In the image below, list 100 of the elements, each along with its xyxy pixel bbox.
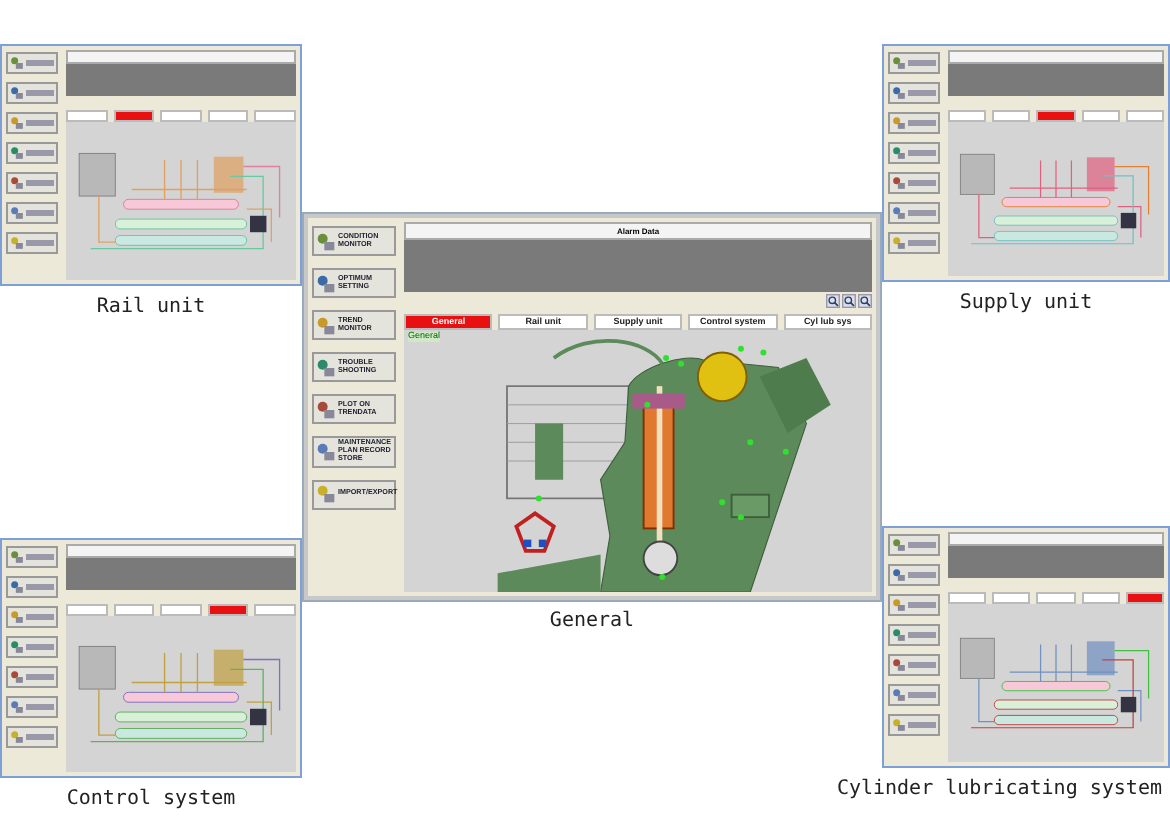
tab[interactable] bbox=[1036, 110, 1076, 122]
label-bar bbox=[26, 674, 54, 680]
screenshot-caption: Supply unit bbox=[959, 292, 1093, 316]
tool-icon bbox=[892, 206, 906, 220]
sidebar-button[interactable] bbox=[6, 546, 58, 568]
label-bar bbox=[26, 734, 54, 740]
screenshot-caption: General bbox=[549, 610, 635, 634]
tool-icon bbox=[892, 718, 906, 732]
tool-icon bbox=[10, 580, 24, 594]
tool-icon bbox=[10, 670, 24, 684]
sidebar-button[interactable] bbox=[888, 564, 940, 586]
label-bar bbox=[26, 704, 54, 710]
label-bar bbox=[908, 572, 936, 578]
tool-icon bbox=[316, 315, 336, 335]
tab[interactable] bbox=[948, 110, 987, 122]
tool-icon bbox=[892, 598, 906, 612]
zoom-icon[interactable] bbox=[826, 294, 840, 308]
sidebar-button[interactable] bbox=[6, 172, 58, 194]
tool-icon bbox=[10, 610, 24, 624]
tab[interactable] bbox=[992, 110, 1031, 122]
label-bar bbox=[908, 632, 936, 638]
label-bar bbox=[908, 60, 936, 66]
sidebar-button[interactable] bbox=[888, 684, 940, 706]
sidebar-button[interactable] bbox=[888, 534, 940, 556]
sidebar-button[interactable] bbox=[888, 172, 940, 194]
tool-icon bbox=[316, 231, 336, 251]
sidebar-button[interactable] bbox=[6, 82, 58, 104]
tool-icon bbox=[892, 628, 906, 642]
label-bar bbox=[908, 120, 936, 126]
label-bar bbox=[26, 120, 54, 126]
tab[interactable] bbox=[113, 110, 155, 122]
sidebar-button[interactable] bbox=[6, 576, 58, 598]
label-bar bbox=[26, 180, 54, 186]
tab[interactable] bbox=[207, 604, 249, 616]
tool-icon bbox=[10, 730, 24, 744]
tab[interactable] bbox=[948, 592, 987, 604]
tab[interactable] bbox=[113, 604, 155, 616]
sidebar-button[interactable] bbox=[6, 52, 58, 74]
tab[interactable] bbox=[1036, 592, 1076, 604]
sidebar-button[interactable] bbox=[6, 666, 58, 688]
tab[interactable] bbox=[254, 604, 296, 616]
tool-icon bbox=[10, 56, 24, 70]
sidebar-button[interactable] bbox=[6, 112, 58, 134]
sidebar-button[interactable] bbox=[888, 82, 940, 104]
label-bar bbox=[26, 60, 54, 66]
tab[interactable] bbox=[1081, 110, 1120, 122]
tool-icon bbox=[892, 568, 906, 582]
label-bar bbox=[26, 240, 54, 246]
tool-icon bbox=[316, 441, 336, 462]
zoom-icon[interactable] bbox=[842, 294, 856, 308]
tab[interactable] bbox=[66, 110, 108, 122]
sidebar-button[interactable] bbox=[6, 636, 58, 658]
sidebar-button[interactable] bbox=[888, 202, 940, 224]
sidebar-button[interactable] bbox=[6, 232, 58, 254]
sidebar-button[interactable] bbox=[6, 726, 58, 748]
tool-icon bbox=[892, 86, 906, 100]
sidebar-button[interactable] bbox=[6, 606, 58, 628]
label-bar bbox=[26, 150, 54, 156]
label-bar bbox=[26, 210, 54, 216]
tab[interactable] bbox=[254, 110, 296, 122]
tool-icon bbox=[892, 538, 906, 552]
screenshot-caption: Cylinder lubricating system bbox=[836, 778, 1162, 802]
screenshot-caption: Rail unit bbox=[96, 296, 206, 320]
tab[interactable] bbox=[992, 592, 1031, 604]
tab[interactable] bbox=[66, 604, 108, 616]
tab[interactable] bbox=[1081, 592, 1120, 604]
sidebar-button[interactable] bbox=[888, 594, 940, 616]
sidebar-button[interactable] bbox=[888, 232, 940, 254]
label-bar bbox=[908, 180, 936, 186]
tab[interactable] bbox=[207, 110, 249, 122]
tool-icon bbox=[316, 357, 336, 377]
sidebar-button[interactable] bbox=[6, 202, 58, 224]
label-bar bbox=[908, 722, 936, 728]
label-bar bbox=[26, 644, 54, 650]
sidebar-button[interactable] bbox=[888, 714, 940, 736]
label-bar bbox=[26, 584, 54, 590]
tool-icon bbox=[316, 273, 336, 293]
label-bar bbox=[908, 602, 936, 608]
sidebar-button[interactable] bbox=[888, 112, 940, 134]
tool-icon bbox=[892, 116, 906, 130]
tool-icon bbox=[10, 236, 24, 250]
sidebar-button[interactable] bbox=[6, 142, 58, 164]
sidebar-button[interactable] bbox=[888, 142, 940, 164]
tool-icon bbox=[10, 116, 24, 130]
tool-icon bbox=[10, 176, 24, 190]
tool-icon bbox=[10, 206, 24, 220]
sidebar-button[interactable] bbox=[888, 654, 940, 676]
tab[interactable] bbox=[160, 604, 202, 616]
tab[interactable] bbox=[1125, 592, 1165, 604]
tool-icon bbox=[892, 236, 906, 250]
sidebar-button[interactable] bbox=[888, 52, 940, 74]
tab[interactable] bbox=[1125, 110, 1165, 122]
label-bar bbox=[908, 240, 936, 246]
sidebar-button[interactable] bbox=[6, 696, 58, 718]
tab[interactable] bbox=[160, 110, 202, 122]
label-bar bbox=[26, 614, 54, 620]
zoom-icon[interactable] bbox=[858, 294, 872, 308]
tool-icon bbox=[892, 658, 906, 672]
sidebar-button[interactable] bbox=[888, 624, 940, 646]
tool-icon bbox=[892, 56, 906, 70]
